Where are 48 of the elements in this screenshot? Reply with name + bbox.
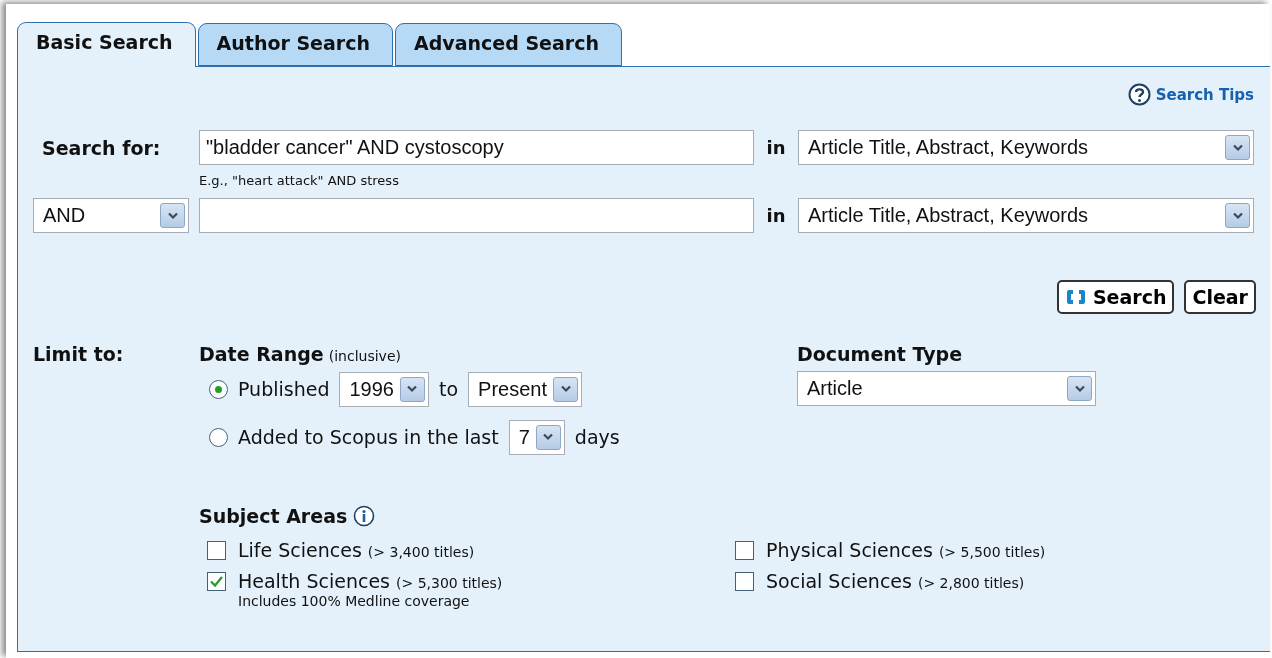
- hint-text: E.g., "heart attack" AND stress: [199, 173, 399, 188]
- option-label: to: [439, 378, 459, 400]
- chevron-icon: [1225, 203, 1250, 228]
- search-tips-link[interactable]: Search Tips: [1127, 83, 1254, 106]
- section-title: Document Type: [797, 343, 963, 365]
- chevron-icon: [1067, 376, 1092, 401]
- chevron-icon: [535, 424, 561, 450]
- tab[interactable]: Author Search: [197, 23, 393, 66]
- note-text: (inclusive): [328, 348, 401, 364]
- radio-button[interactable]: [209, 379, 228, 399]
- section-title: Subject Areas: [199, 505, 348, 527]
- option-label: Added to Scopus in the last: [238, 426, 499, 448]
- chevron-icon: [400, 376, 425, 402]
- subject-label: Health Sciences (> 5,300 titles): [238, 570, 503, 592]
- in-label: in: [765, 137, 787, 158]
- subject-label: Life Sciences (> 3,400 titles): [238, 539, 475, 561]
- subject-label: Social Sciences (> 2,800 titles): [766, 570, 1025, 592]
- help-icon: [1127, 83, 1151, 106]
- tab[interactable]: Advanced Search: [395, 23, 622, 66]
- chevron-icon: [1225, 135, 1250, 160]
- dropdown[interactable]: 1996: [339, 371, 429, 407]
- chevron-icon: [553, 376, 578, 402]
- checkbox[interactable]: [207, 541, 226, 560]
- search-field[interactable]: [199, 198, 754, 233]
- option-label: days: [574, 426, 620, 448]
- section-title: Date Range: [199, 343, 324, 365]
- checkbox[interactable]: [735, 572, 754, 591]
- limit-label: Limit to:: [33, 343, 124, 365]
- tab[interactable]: Basic Search: [17, 22, 196, 67]
- dropdown[interactable]: AND: [33, 198, 189, 233]
- search-field[interactable]: "bladder cancer" AND cystoscopy: [199, 130, 754, 165]
- dropdown[interactable]: Article Title, Abstract, Keywords: [798, 130, 1254, 165]
- chevron-icon: [160, 203, 185, 228]
- info-icon: [353, 505, 376, 527]
- dropdown[interactable]: Present: [468, 371, 582, 407]
- in-label: in: [765, 205, 787, 226]
- dropdown[interactable]: 7: [508, 419, 565, 455]
- search-button[interactable]: Search: [1056, 280, 1175, 314]
- radio-button[interactable]: [209, 427, 228, 447]
- subject-label: Physical Sciences (> 5,500 titles): [766, 539, 1046, 561]
- clear-button[interactable]: Clear: [1184, 280, 1256, 314]
- field-label: Search for:: [41, 136, 161, 159]
- checkbox[interactable]: [207, 572, 226, 591]
- note-text: Includes 100% Medline coverage: [238, 593, 471, 609]
- dropdown[interactable]: Article: [797, 371, 1096, 406]
- checkbox[interactable]: [735, 541, 754, 560]
- option-label: Published: [238, 378, 330, 400]
- dropdown[interactable]: Article Title, Abstract, Keywords: [798, 198, 1254, 233]
